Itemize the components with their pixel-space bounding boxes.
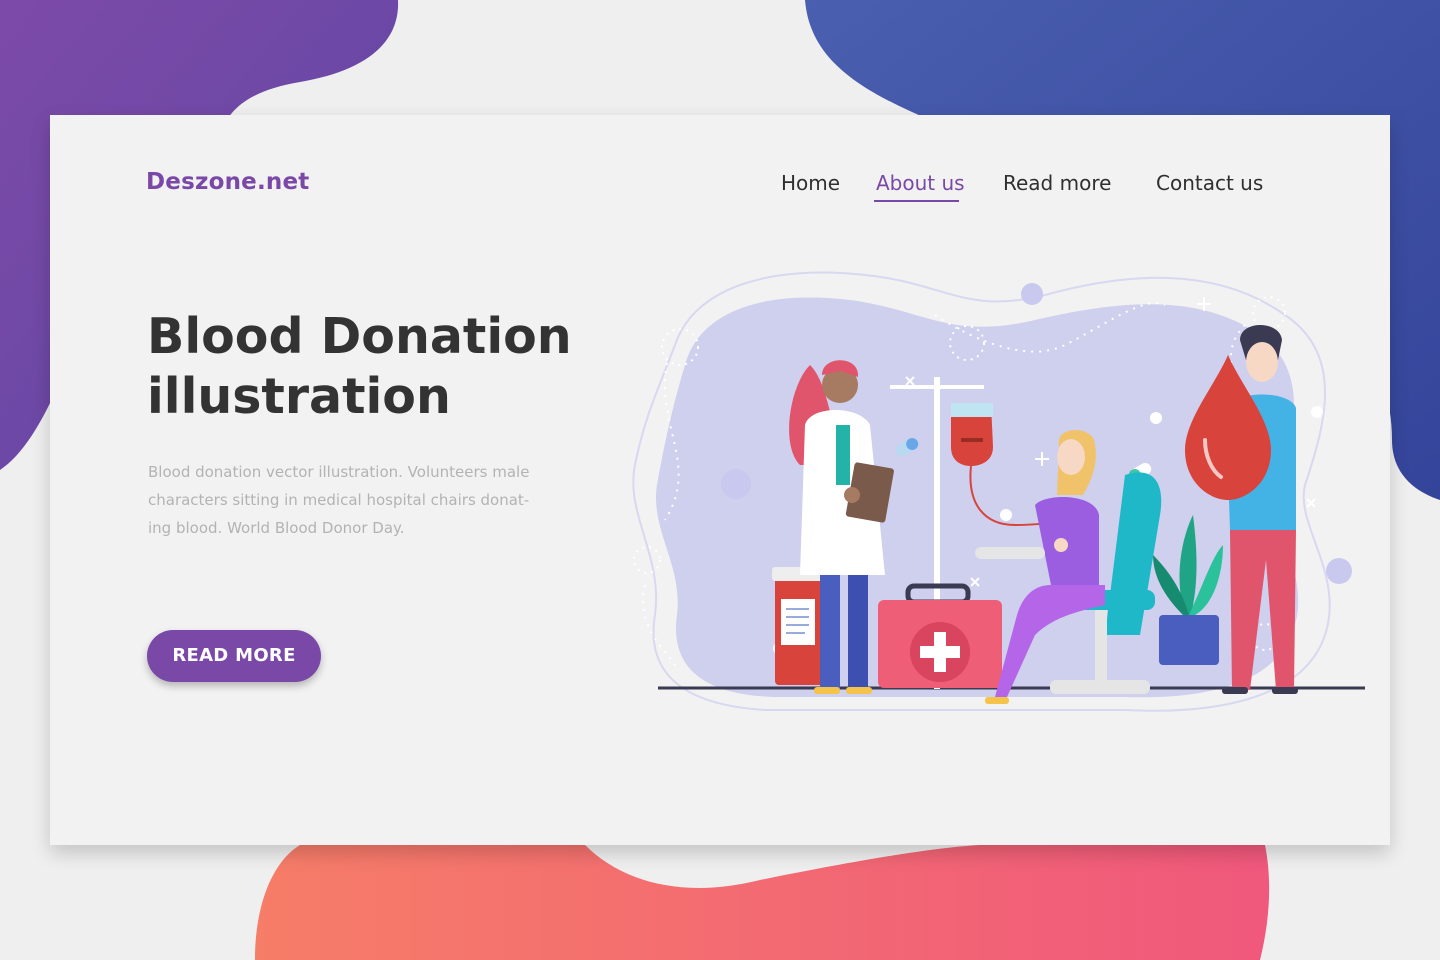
blood-donation-illustration	[632, 271, 1365, 712]
dotted-circle	[633, 546, 661, 574]
purple-dot	[721, 469, 751, 499]
landing-card: Deszone.net Home About us Read more Cont…	[50, 115, 1390, 845]
main-nav: Home About us Read more Contact us	[50, 171, 1390, 211]
hero-title-line-1: Blood Donation	[147, 308, 572, 365]
coral-blob	[255, 845, 1270, 960]
read-more-button[interactable]: READ MORE	[147, 630, 321, 682]
dotted-circle	[1252, 296, 1286, 330]
white-dot	[1311, 406, 1323, 418]
nav-read-more[interactable]: Read more	[1003, 171, 1111, 195]
page: Deszone.net Home About us Read more Cont…	[0, 0, 1440, 960]
nav-contact-us[interactable]: Contact us	[1156, 171, 1263, 195]
white-dot	[1150, 412, 1162, 424]
active-nav-underline	[874, 200, 959, 202]
dotted-path	[642, 584, 676, 666]
white-dot	[1000, 509, 1012, 521]
first-aid-kit-icon	[878, 583, 1002, 688]
purple-dot	[1021, 283, 1043, 305]
nav-home[interactable]: Home	[781, 171, 840, 195]
hero-title: Blood Donation illustration	[147, 307, 607, 427]
nav-about-us[interactable]: About us	[876, 171, 965, 195]
hero-description: Blood donation vector illustration. Volu…	[148, 463, 530, 537]
purple-dot	[1326, 558, 1352, 584]
hero-title-line-2: illustration	[147, 368, 451, 425]
